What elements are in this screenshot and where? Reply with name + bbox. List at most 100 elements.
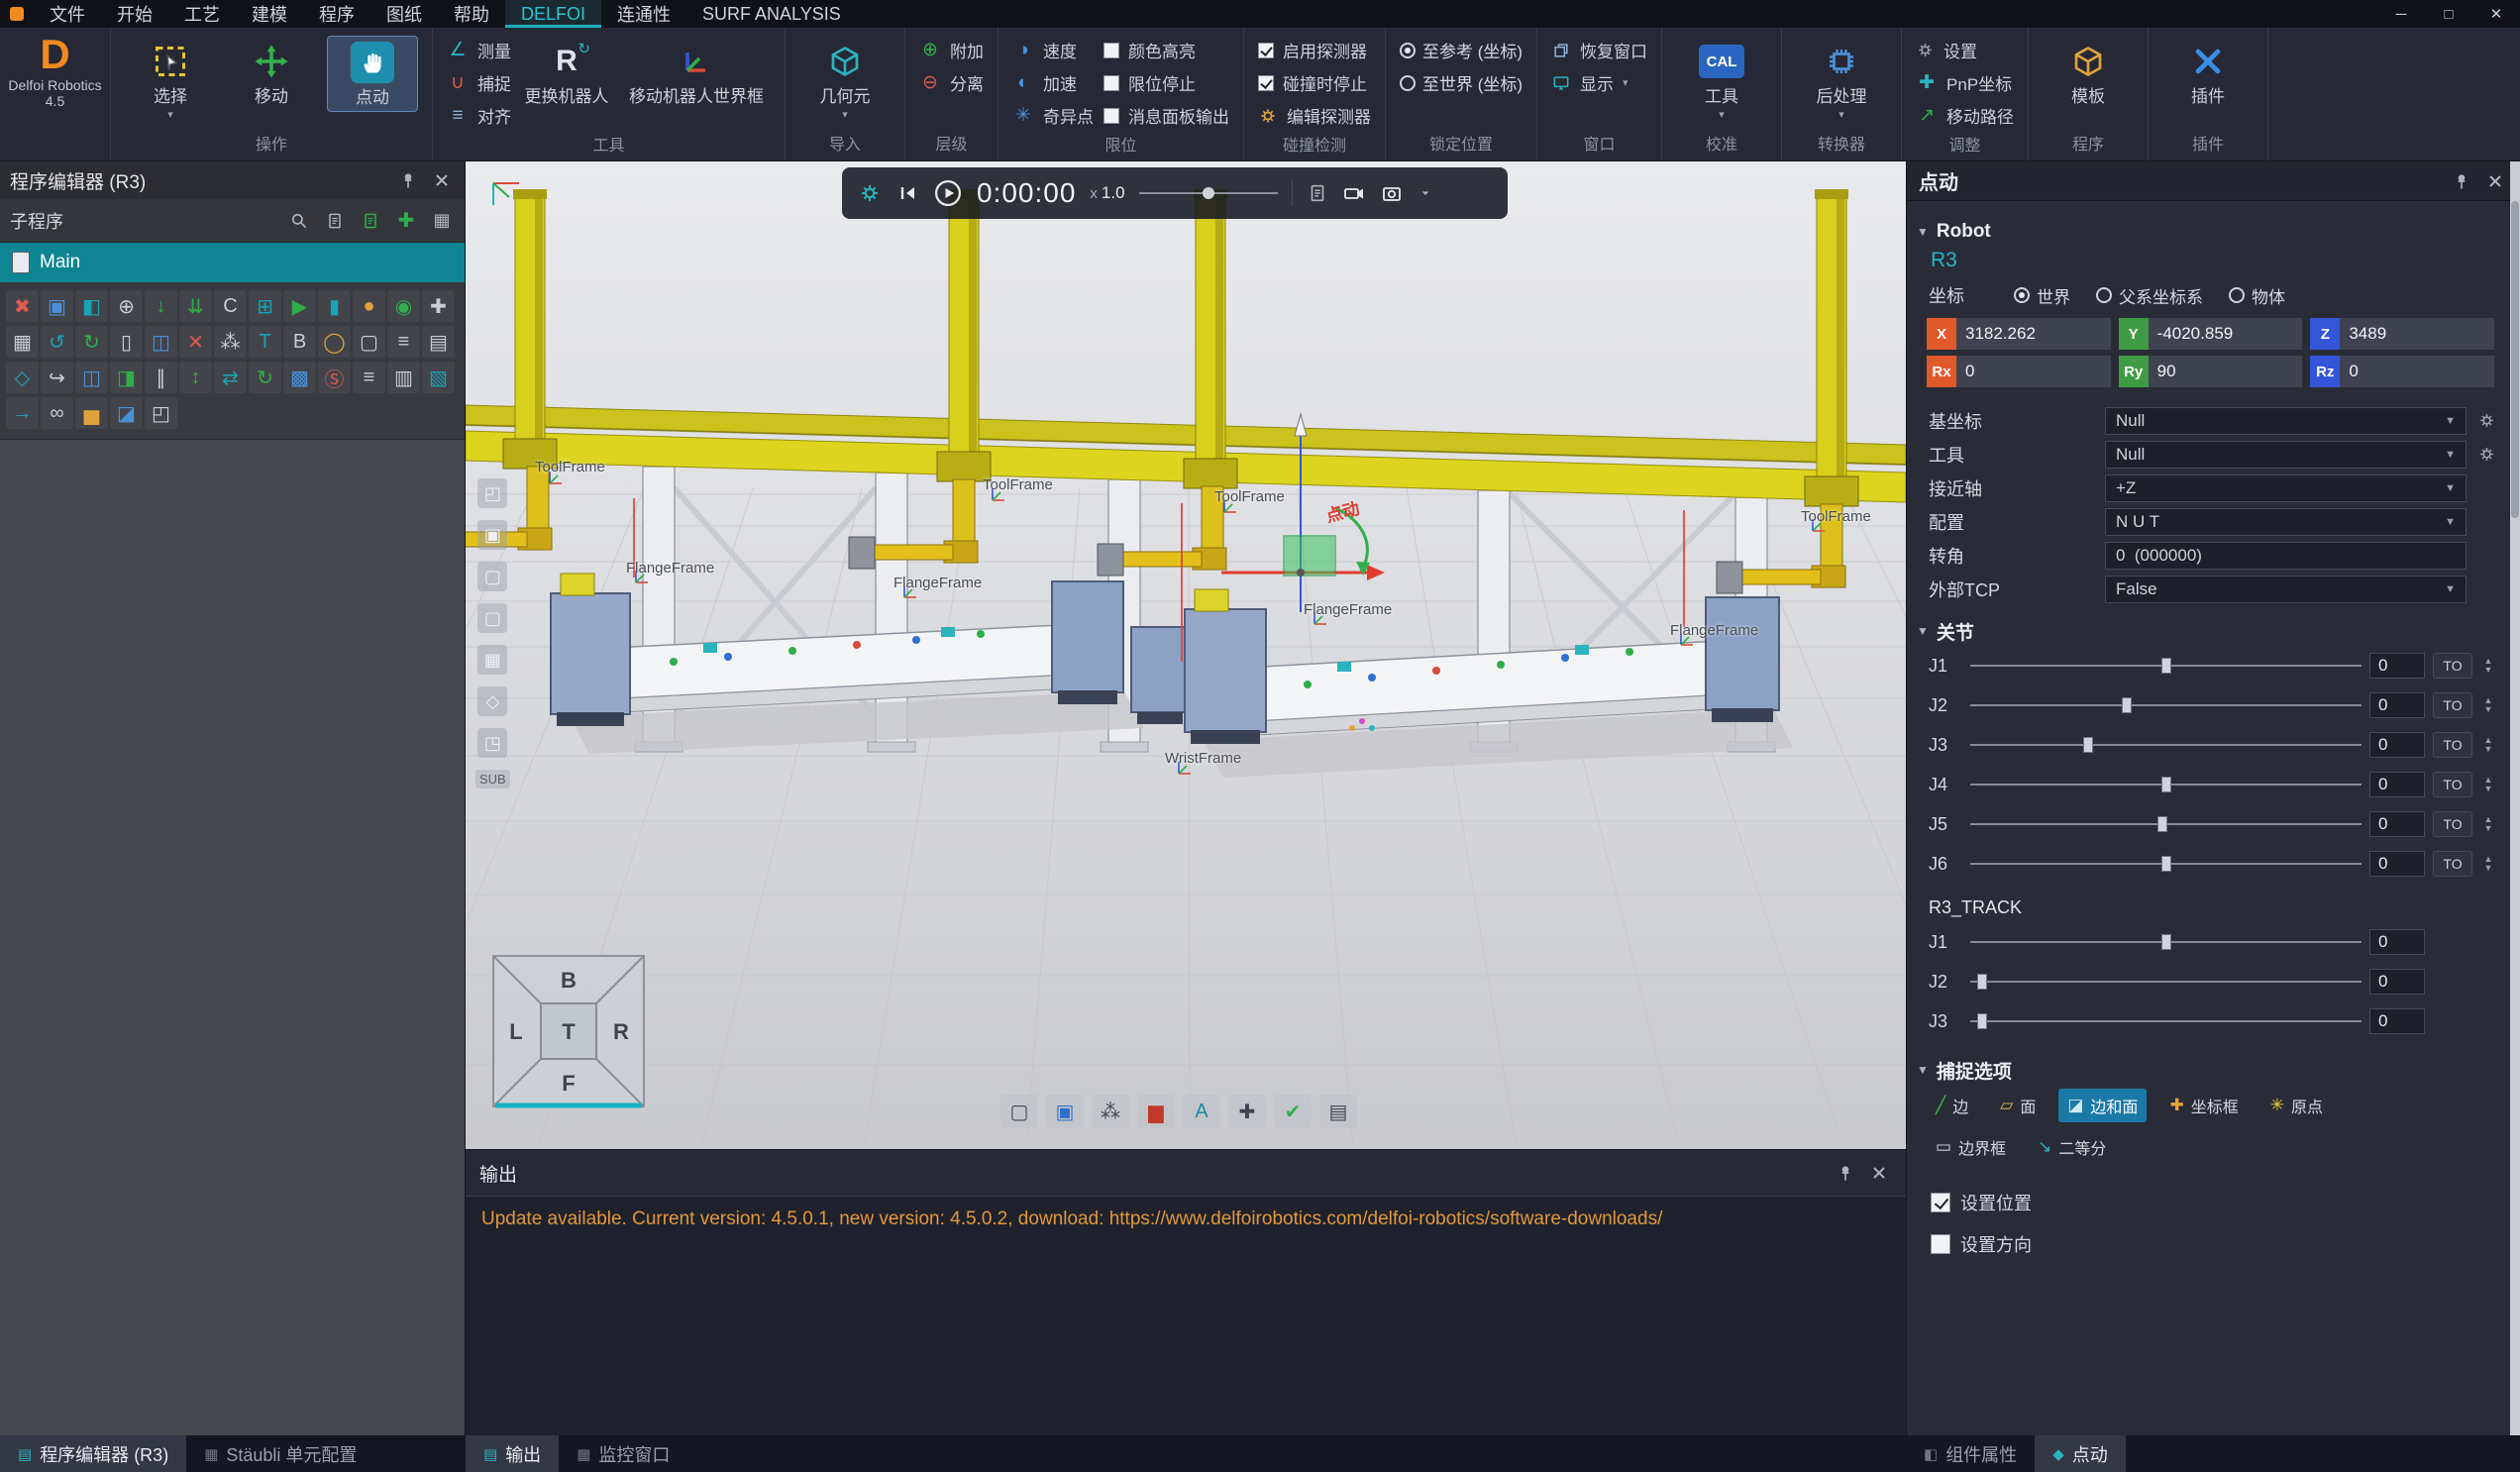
close-icon[interactable]	[429, 167, 455, 193]
viewport-3d[interactable]: 0:00:00 x 1.0 ◰▣▢▢▦◇◳ SUB ▢▣⁂▆A✚✔▤	[466, 161, 1906, 1149]
coord-mode-radio[interactable]: 物体	[2229, 283, 2285, 308]
pose-value[interactable]: 3182.262	[1956, 318, 2111, 350]
frame-label[interactable]: WristFrame	[1165, 750, 1241, 767]
simulation-settings-icon[interactable]	[858, 181, 882, 205]
joint-to-button[interactable]: TO	[2433, 732, 2472, 758]
editor-tool-icon[interactable]: ↻	[75, 326, 108, 358]
limit-option[interactable]: ✳奇异点	[1012, 101, 1094, 130]
editor-tool-icon[interactable]: ∞	[41, 397, 73, 429]
joint-to-button[interactable]: TO	[2433, 772, 2472, 797]
section-snap-options[interactable]: ▼捕捉选项	[1907, 1055, 2510, 1085]
limit-checkbox[interactable]: 消息面板输出	[1103, 101, 1229, 130]
tree-item-main[interactable]: Main	[0, 243, 465, 282]
joint-slider[interactable]	[1970, 814, 2362, 834]
editor-tool-icon[interactable]: ◰	[145, 397, 177, 429]
scrollbar-thumb[interactable]	[2511, 201, 2519, 518]
joint-slider-handle[interactable]	[2161, 658, 2171, 674]
joint-spinner[interactable]: ▲▼	[2480, 776, 2496, 793]
editor-tool-icon[interactable]: ◫	[145, 326, 177, 358]
template-button[interactable]: 模板	[2043, 36, 2134, 110]
viewport-tool-icon[interactable]: ▆	[1137, 1095, 1175, 1128]
joint-value[interactable]: 0	[2369, 653, 2425, 679]
editor-tool-icon[interactable]: ↪	[41, 362, 73, 393]
speed-slider-handle[interactable]	[1203, 187, 1214, 199]
viewport-tool-icon[interactable]: ▢	[1000, 1095, 1038, 1128]
jog-button[interactable]: 点动	[327, 36, 418, 112]
joint-slider[interactable]	[1970, 656, 2362, 676]
settings-button[interactable]: 设置	[1916, 36, 2014, 64]
add-document-icon[interactable]	[358, 208, 383, 234]
bottom-tab[interactable]: ▤程序编辑器 (R3)	[0, 1435, 186, 1472]
joint-value[interactable]: 0	[2369, 732, 2425, 758]
joint-slider-handle[interactable]	[2083, 737, 2093, 753]
bottom-tab[interactable]: ▦监控窗口	[559, 1435, 687, 1472]
viewport-tool-icon[interactable]: ▦	[477, 645, 507, 675]
joint-spinner[interactable]: ▲▼	[2480, 657, 2496, 675]
menu-item[interactable]: 文件	[34, 0, 101, 28]
joint-value[interactable]: 0	[2369, 811, 2425, 837]
joint-slider-handle[interactable]	[1977, 974, 1987, 990]
editor-tool-icon[interactable]: ▧	[422, 362, 455, 393]
editor-tool-icon[interactable]: ▤	[422, 326, 455, 358]
joint-value[interactable]: 0	[2369, 1008, 2425, 1034]
property-dropdown[interactable]: +Z ▼	[2105, 474, 2467, 502]
viewport-tool-icon[interactable]: ◳	[477, 728, 507, 758]
postprocess-button[interactable]: 后处理▾	[1796, 36, 1887, 123]
editor-tool-icon[interactable]: ⊞	[249, 290, 281, 322]
joint-value[interactable]: 0	[2369, 851, 2425, 877]
menu-item[interactable]: DELFOI	[505, 0, 601, 28]
frame-label[interactable]: FlangeFrame	[893, 575, 982, 591]
limit-checkbox[interactable]: 限位停止	[1103, 68, 1229, 97]
window-button[interactable]: ✕	[2472, 0, 2520, 28]
window-button[interactable]: □	[2425, 0, 2472, 28]
snap-mode-button[interactable]: ╱边	[1927, 1089, 1977, 1122]
editor-tool-icon[interactable]: ◉	[387, 290, 420, 322]
editor-tool-icon[interactable]: ▣	[41, 290, 73, 322]
lock-position-radio[interactable]: 至世界 (坐标)	[1400, 68, 1522, 97]
record-video-icon[interactable]	[1342, 181, 1366, 205]
snap-mode-button[interactable]: ▭边界框	[1927, 1130, 2015, 1164]
move-world-frame-button[interactable]: 移动机器人世界框	[622, 36, 771, 110]
menu-item[interactable]: SURF ANALYSIS	[686, 0, 857, 28]
joint-value[interactable]: 0	[2369, 692, 2425, 718]
property-dropdown[interactable]: False ▼	[2105, 576, 2467, 603]
scene-canvas[interactable]	[466, 161, 1906, 1149]
mid-positioner[interactable]	[1131, 627, 1189, 724]
viewport-tool-icon[interactable]: ▢	[477, 562, 507, 591]
snap-button[interactable]: ∪捕捉	[447, 68, 511, 97]
pnp-frame-button[interactable]: ✚PnP坐标	[1916, 68, 2014, 97]
joint-value[interactable]: 0	[2369, 969, 2425, 995]
grid-icon[interactable]: ▦	[429, 208, 455, 234]
coord-mode-radio[interactable]: 父系坐标系	[2096, 283, 2203, 308]
editor-tool-icon[interactable]: ▢	[353, 326, 385, 358]
joint-slider[interactable]	[1970, 695, 2362, 715]
editor-tool-icon[interactable]: ∥	[145, 362, 177, 393]
snap-mode-button[interactable]: ↘二等分	[2029, 1130, 2115, 1164]
right-panel-scrollbar[interactable]	[2510, 161, 2520, 1435]
joint-slider-handle[interactable]	[2161, 777, 2171, 792]
joint-to-button[interactable]: TO	[2433, 811, 2472, 837]
select-button[interactable]: 选择▾	[125, 36, 216, 123]
snap-setting-checkbox[interactable]: 设置方向	[1907, 1223, 2510, 1265]
menu-item[interactable]: 连通性	[601, 0, 686, 28]
viewport-tool-icon[interactable]: ▤	[1319, 1095, 1357, 1128]
joint-to-button[interactable]: TO	[2433, 653, 2472, 679]
joint-spinner[interactable]: ▲▼	[2480, 736, 2496, 754]
skip-to-start-icon[interactable]	[895, 181, 919, 205]
limit-option[interactable]: ◑速度	[1012, 36, 1094, 64]
lock-position-radio[interactable]: 至参考 (坐标)	[1400, 36, 1522, 64]
frame-label[interactable]: ToolFrame	[1214, 488, 1285, 505]
joint-slider[interactable]	[1970, 775, 2362, 794]
editor-tool-icon[interactable]: ⁂	[214, 326, 247, 358]
editor-tool-icon[interactable]: →	[6, 397, 39, 429]
measure-button[interactable]: ∠测量	[447, 36, 511, 64]
joint-slider-handle[interactable]	[1977, 1013, 1987, 1029]
snap-mode-button[interactable]: ◪边和面	[2058, 1089, 2147, 1122]
editor-tool-icon[interactable]: ⇊	[179, 290, 212, 322]
new-document-icon[interactable]	[322, 208, 348, 234]
editor-tool-icon[interactable]: ▅	[75, 397, 108, 429]
editor-tool-icon[interactable]: ✖	[6, 290, 39, 322]
viewport-tool-icon[interactable]: ◰	[477, 478, 507, 508]
viewport-tool-icon[interactable]: ⁂	[1092, 1095, 1129, 1128]
frame-label[interactable]: FlangeFrame	[626, 560, 714, 577]
